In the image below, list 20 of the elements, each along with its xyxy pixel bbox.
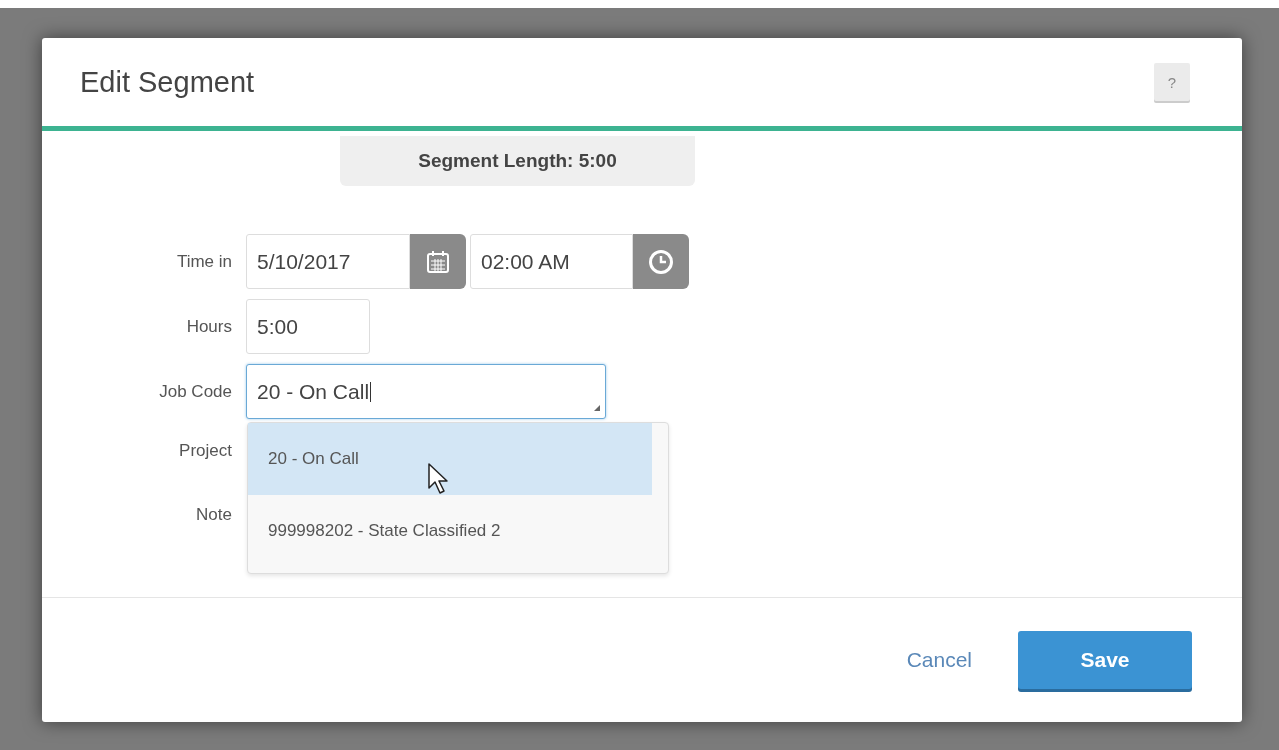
job-code-field[interactable]: 20 - On Call [246,364,606,419]
field-label: Job Code [158,381,232,402]
segment-length: Segment Length: 5:00 [418,150,617,172]
field-label: Hours [185,316,232,337]
resize-icon [594,405,600,411]
dialog-title: Edit Segment [80,65,255,99]
date-field[interactable]: 5/10/2017 [246,234,410,289]
time-field[interactable]: 02:00 AM [470,234,633,289]
calendar-icon [426,249,450,274]
hours-field[interactable]: 5:00 [246,299,370,354]
calendar-button[interactable] [410,234,466,289]
cancel-link[interactable]: Cancel [900,647,978,673]
clock-button[interactable] [633,234,689,289]
dropdown-option[interactable]: 999998202 - State Classified 2 [248,495,652,567]
field-label: Time in [175,251,232,272]
field-label: Project [178,441,232,461]
dropdown-option[interactable]: 20 - On Call [248,423,652,495]
pointer-icon [428,463,450,495]
clock-icon [648,248,674,275]
field-label: Note [195,505,232,525]
